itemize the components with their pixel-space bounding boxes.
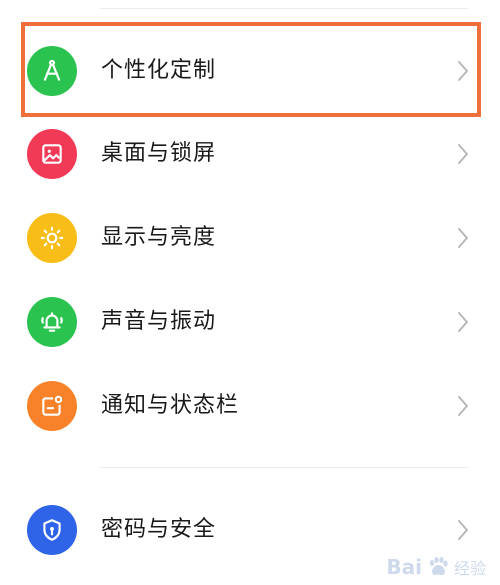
chevron-right-icon xyxy=(458,61,468,81)
sun-icon xyxy=(27,213,77,263)
bell-icon xyxy=(27,297,77,347)
chevron-right-icon xyxy=(458,396,468,416)
chevron-right-icon xyxy=(458,312,468,332)
baidu-watermark: Bai 经验 xyxy=(386,555,486,579)
settings-item-label: 显示与亮度 xyxy=(101,225,217,250)
watermark-suffix: 经验 xyxy=(453,559,486,578)
settings-item-label: 通知与状态栏 xyxy=(101,393,240,418)
top-divider xyxy=(100,8,468,9)
settings-item-label: 声音与振动 xyxy=(101,309,217,334)
section-divider xyxy=(100,467,468,468)
image-icon xyxy=(27,129,77,179)
settings-item-sound-vibration[interactable]: 声音与振动 xyxy=(0,280,500,364)
settings-item-notification-statusbar[interactable]: 通知与状态栏 xyxy=(0,364,500,448)
chevron-right-icon xyxy=(458,144,468,164)
settings-item-label: 个性化定制 xyxy=(101,58,217,83)
settings-item-desktop-lockscreen[interactable]: 桌面与锁屏 xyxy=(0,112,500,196)
settings-item-personalization[interactable]: 个性化定制 xyxy=(0,29,500,113)
settings-item-display-brightness[interactable]: 显示与亮度 xyxy=(0,196,500,280)
notification-icon xyxy=(27,381,77,431)
shield-lock-icon xyxy=(27,505,77,555)
settings-item-label: 密码与安全 xyxy=(101,517,217,542)
settings-screen: 个性化定制 桌面与锁屏 显示与亮度 声音与振动 通知与状态栏 密码与安全 Bai… xyxy=(0,0,500,585)
watermark-brand: Bai xyxy=(386,555,422,579)
compass-icon xyxy=(27,46,77,96)
paw-icon xyxy=(429,557,448,576)
chevron-right-icon xyxy=(458,520,468,540)
settings-item-label: 桌面与锁屏 xyxy=(101,141,217,166)
chevron-right-icon xyxy=(458,228,468,248)
